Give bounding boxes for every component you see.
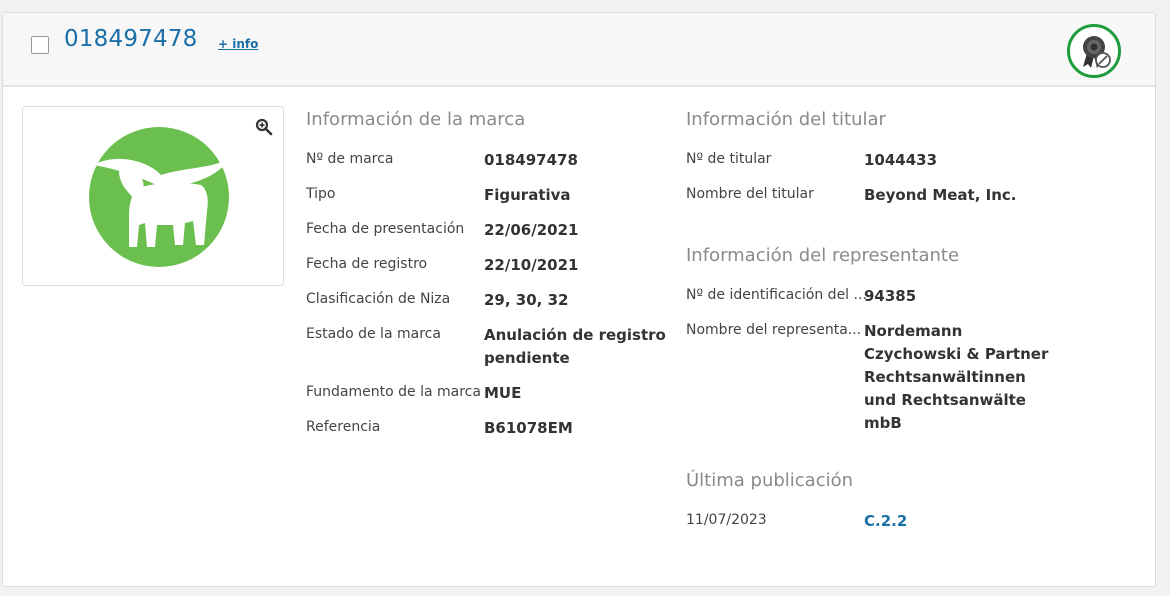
owner-row-value: Beyond Meat, Inc.: [864, 186, 1017, 204]
select-checkbox[interactable]: [31, 36, 49, 54]
brand-row-label: Nº de marca: [306, 151, 394, 167]
more-info-link[interactable]: + info: [218, 37, 258, 51]
rep-row-label: Nombre del representa...: [686, 322, 862, 338]
owner-info-title: Información del titular: [686, 109, 886, 130]
card-header: 018497478 + info: [3, 13, 1155, 87]
mark-number-link[interactable]: 018497478: [64, 26, 198, 52]
brand-row-value: 22/06/2021: [484, 221, 579, 239]
trademark-card: 018497478 + info Información de la marca…: [2, 12, 1156, 587]
rep-info-title: Información del representante: [686, 245, 960, 266]
trademark-image[interactable]: [22, 106, 284, 286]
brand-row-label: Fecha de presentación: [306, 221, 465, 237]
brand-row-label: Referencia: [306, 419, 381, 435]
brand-row-label: Estado de la marca: [306, 326, 441, 342]
rep-row-value: 94385: [864, 287, 917, 305]
brand-row-label: Tipo: [306, 186, 336, 202]
owner-row-label: Nº de titular: [686, 151, 772, 167]
publication-date: 11/07/2023: [686, 512, 767, 528]
bull-logo-icon: [89, 127, 229, 267]
publication-code-link[interactable]: C.2.2: [864, 510, 907, 533]
rep-row-label: Nº de identificación del ...: [686, 287, 867, 303]
brand-row-value: Figurativa: [484, 186, 571, 204]
brand-row-value: B61078EM: [484, 419, 573, 437]
owner-row-value: 1044433: [864, 151, 938, 169]
owner-row-label: Nombre del titular: [686, 186, 814, 202]
rep-row-value: Nordemann Czychowski & Partner Rechtsanw…: [864, 322, 1049, 432]
publication-title: Última publicación: [686, 470, 854, 491]
brand-row-value: 29, 30, 32: [484, 291, 569, 309]
brand-row-value: 22/10/2021: [484, 256, 579, 274]
brand-info-title: Información de la marca: [306, 109, 526, 130]
award-badge-cancelled-icon[interactable]: [1067, 24, 1121, 78]
brand-row-label: Fundamento de la marca: [306, 384, 481, 400]
brand-row-value: Anulación de registro pendiente: [484, 326, 666, 367]
zoom-in-icon[interactable]: [255, 118, 273, 136]
brand-row-value: MUE: [484, 384, 522, 402]
brand-row-value: 018497478: [484, 151, 578, 169]
brand-row-label: Fecha de registro: [306, 256, 428, 272]
brand-row-label: Clasificación de Niza: [306, 291, 451, 307]
